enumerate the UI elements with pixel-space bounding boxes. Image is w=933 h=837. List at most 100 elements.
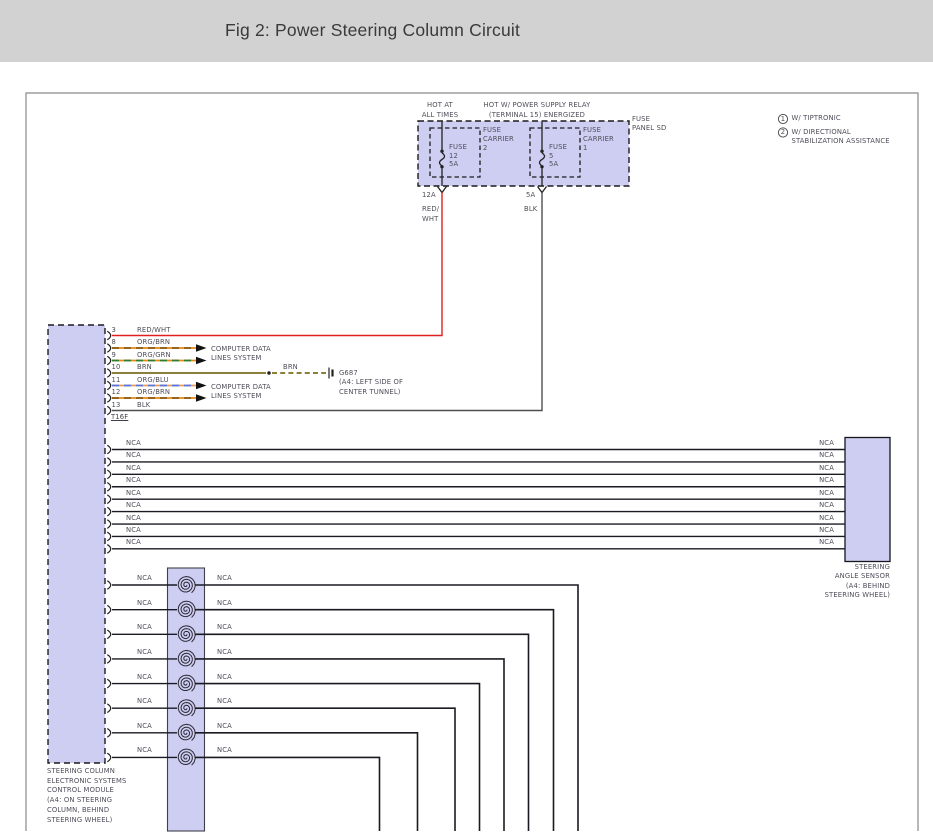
pin-connector-icon [106,380,112,391]
wire-color-label: RED/ [422,205,440,213]
module-caption: COLUMN, BEHIND [47,805,110,814]
note-text: W/ TIPTRONIC [791,114,841,122]
pin-connector-icon [106,519,112,529]
clockspring-wire [195,756,381,831]
pin-connector-icon [106,368,112,378]
nca-label: NCA [819,501,834,510]
bus-label: LINES SYSTEM [211,392,262,400]
note-text: W/ DIRECTIONAL [791,127,851,136]
control-module-box [47,324,106,764]
nca-label: NCA [819,439,834,447]
nca-label: NCA [137,574,152,582]
nca-label: NCA [137,697,152,706]
bus-label: LINES SYSTEM [211,354,262,362]
fuse-label: FUSE [449,143,468,151]
pin-connector-icon [106,728,112,738]
nca-label: NCA [137,623,152,632]
nca-label: NCA [217,574,232,582]
bus-arrow-icon [196,381,207,390]
bus-arrow-icon [196,356,207,365]
nca-label: NCA [126,476,141,485]
nca-label: NCA [819,476,834,485]
clockspring-wire [195,707,456,831]
module-caption: ELECTRONIC SYSTEMS [47,776,127,785]
sensor-caption: STEERING [854,562,890,571]
wire-color-label: BRN [283,363,298,371]
pin-connector-icon [106,457,112,467]
pin-number: 9 [111,350,116,359]
nca-label: NCA [819,525,834,534]
nca-label: NCA [137,672,152,681]
nca-label: NCA [819,513,834,522]
supply-label: HOT W/ POWER SUPPLY RELAY [483,101,591,109]
pin-number: 11 [111,375,121,384]
wire-color-label: BLK [137,400,151,409]
pin-connector-icon [106,531,112,542]
wire-color-label: RED/WHT [137,325,171,334]
nca-label: NCA [126,501,141,510]
pin-connector-icon [106,481,112,492]
pin-connector-icon [106,494,112,504]
module-caption: (A4: ON STEERING [47,796,113,805]
terminal-label: 12A [422,191,436,199]
pin-connector-icon [106,654,112,664]
pin-connector-icon [106,629,112,640]
pin-connector-icon [106,469,112,480]
wire-color-label: ORG/BLU [137,375,169,384]
connector-id: T16F [111,412,129,421]
wire-out-arrow [436,186,448,194]
bus-arrow-icon [196,344,207,352]
nca-label: NCA [137,746,152,755]
nca-label: NCA [126,463,141,472]
pin-number: 8 [111,338,116,346]
note-number: 2 [780,128,786,137]
fuse-label: 12 [449,151,458,160]
nca-label: NCA [217,721,232,730]
bus-label: COMPUTER DATA [211,382,271,391]
pin-connector-icon [106,752,112,763]
carrier-label: CARRIER [583,135,614,143]
module-caption: STEERING WHEEL) [47,815,113,824]
sensor-caption: (A4: BEHIND [845,581,890,590]
nca-label: NCA [819,451,834,460]
pin-connector-icon [106,330,112,341]
pin-connector-icon [106,343,112,353]
ground-name: G687 [339,368,358,377]
nca-label: NCA [137,598,152,607]
pin-connector-icon [106,678,112,689]
pin-connector-icon [106,444,112,455]
pin-connector-icon [106,355,112,366]
nca-label: NCA [217,697,232,706]
nca-label: NCA [126,488,141,497]
note-text: STABILIZATION ASSISTANCE [791,137,890,145]
wire-color-label: ORG/BRN [137,388,171,396]
ground-location: CENTER TUNNEL) [339,387,401,396]
fuse-panel-name: FUSE [632,115,651,123]
nca-label: NCA [126,439,141,447]
pin-connector-icon [106,506,112,517]
pin-number: 10 [111,363,121,371]
wiring-diagram-page: Fig 2: Power Steering Column Circuit HOT… [0,0,933,837]
wire-color-label: BLK [524,205,538,213]
nca-label: NCA [126,451,141,460]
sensor-caption: ANGLE SENSOR [834,572,890,580]
fuse-label: 5 [549,151,554,160]
nca-label: NCA [217,672,232,681]
pin-connector-icon [106,580,112,590]
splice-dot [267,371,271,375]
pin-connector-icon [106,703,112,714]
nca-label: NCA [217,623,232,632]
carrier-label: FUSE [583,126,602,134]
carrier-label: 1 [583,144,588,152]
nca-label: NCA [126,513,141,522]
nca-label: NCA [137,647,152,656]
nca-label: NCA [217,598,232,607]
clockspring-wire [195,608,555,831]
fuse-label: FUSE [549,143,568,151]
pin-number: 3 [111,325,116,334]
terminal-label: 5A [526,191,536,199]
fuse-label: 5A [449,160,459,168]
clockspring-wire [195,658,505,831]
nca-label: NCA [819,538,834,547]
nca-label: NCA [137,721,152,730]
